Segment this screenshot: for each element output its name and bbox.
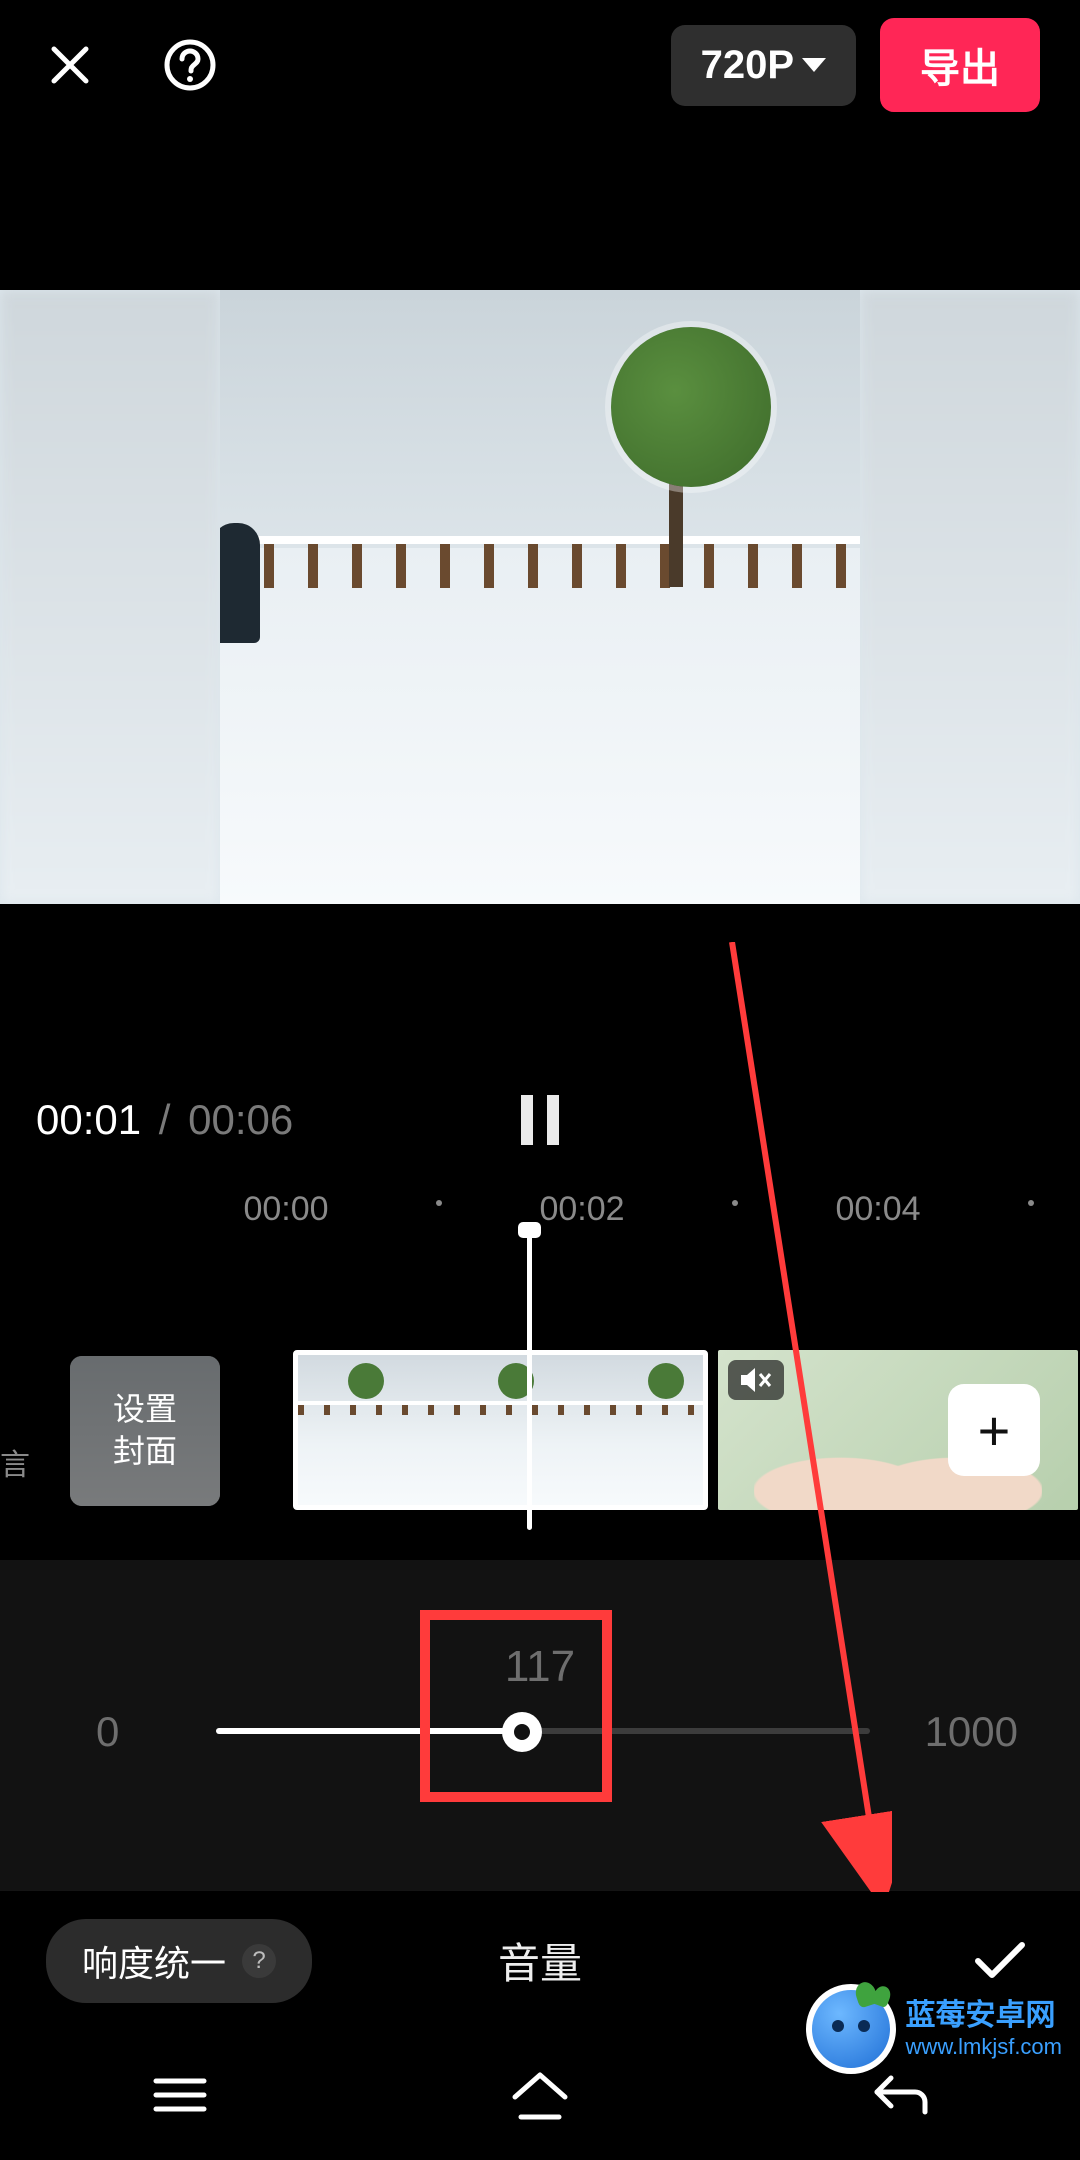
loudness-normalize-button[interactable]: 响度统一 ? [46, 1919, 312, 2003]
pause-button[interactable] [521, 1095, 559, 1145]
confirm-button[interactable] [970, 1931, 1030, 1991]
nav-home-button[interactable] [504, 2059, 576, 2131]
add-clip-button[interactable]: + [948, 1384, 1040, 1476]
playhead[interactable] [527, 1230, 532, 1530]
ruler-dot [732, 1200, 738, 1206]
time-separator: / [159, 1096, 171, 1143]
video-preview[interactable] [0, 290, 1080, 904]
watermark-url: www.lmkjsf.com [906, 2034, 1062, 2060]
mute-badge[interactable] [728, 1360, 784, 1400]
playback-bar: 00:01 / 00:06 [0, 1080, 1080, 1160]
set-cover-button[interactable]: 设置 封面 [70, 1356, 220, 1506]
annotation-highlight-box [420, 1610, 612, 1802]
ruler-tick-label: 00:04 [835, 1190, 920, 1229]
resolution-dropdown[interactable]: 720P [671, 25, 856, 106]
ruler-dot [436, 1200, 442, 1206]
help-button[interactable] [160, 35, 220, 95]
close-button[interactable] [40, 35, 100, 95]
time-duration: 00:06 [188, 1096, 293, 1143]
nav-recent-button[interactable] [144, 2059, 216, 2131]
time-current: 00:01 [36, 1096, 141, 1143]
timeline-ruler[interactable]: 00:00 00:02 00:04 [0, 1190, 1080, 1250]
loudness-label: 响度统一 [82, 1935, 226, 1987]
ruler-dot [1028, 1200, 1034, 1206]
home-icon [509, 2069, 571, 2121]
export-button[interactable]: 导出 [880, 18, 1040, 112]
volume-min-label: 0 [96, 1708, 119, 1756]
speaker-muted-icon [738, 1366, 774, 1394]
preview-blur-left [0, 290, 220, 904]
pause-icon [521, 1095, 533, 1145]
editor-header: 720P 导出 [0, 0, 1080, 130]
watermark-text: 蓝莓安卓网 www.lmkjsf.com [906, 1998, 1062, 2060]
site-watermark: 蓝莓安卓网 www.lmkjsf.com [806, 1984, 1062, 2074]
menu-icon [152, 2075, 208, 2115]
clips-track: 设置 封面 + [0, 1320, 1080, 1520]
chevron-down-icon [802, 58, 826, 72]
watermark-title: 蓝莓安卓网 [906, 1998, 1062, 2034]
close-icon [46, 41, 94, 89]
plus-icon: + [978, 1398, 1011, 1463]
check-icon [972, 1939, 1028, 1983]
loudness-help-icon[interactable]: ? [242, 1944, 276, 1978]
preview-frame [220, 290, 860, 904]
ruler-tick-label: 00:00 [243, 1190, 328, 1229]
volume-max-label: 1000 [925, 1708, 1018, 1756]
help-icon [163, 38, 217, 92]
panel-title: 音量 [498, 1930, 582, 1991]
clip-selected[interactable] [293, 1350, 708, 1510]
set-cover-label: 设置 封面 [113, 1389, 177, 1472]
resolution-label: 720P [701, 43, 794, 88]
pause-icon [547, 1095, 559, 1145]
timecode: 00:01 / 00:06 [36, 1096, 293, 1144]
preview-blur-right [860, 290, 1080, 904]
watermark-logo-icon [806, 1984, 896, 2074]
ruler-tick-label: 00:02 [539, 1190, 624, 1229]
back-icon [871, 2070, 929, 2120]
audio-track-stub: 言 [0, 1440, 30, 1484]
